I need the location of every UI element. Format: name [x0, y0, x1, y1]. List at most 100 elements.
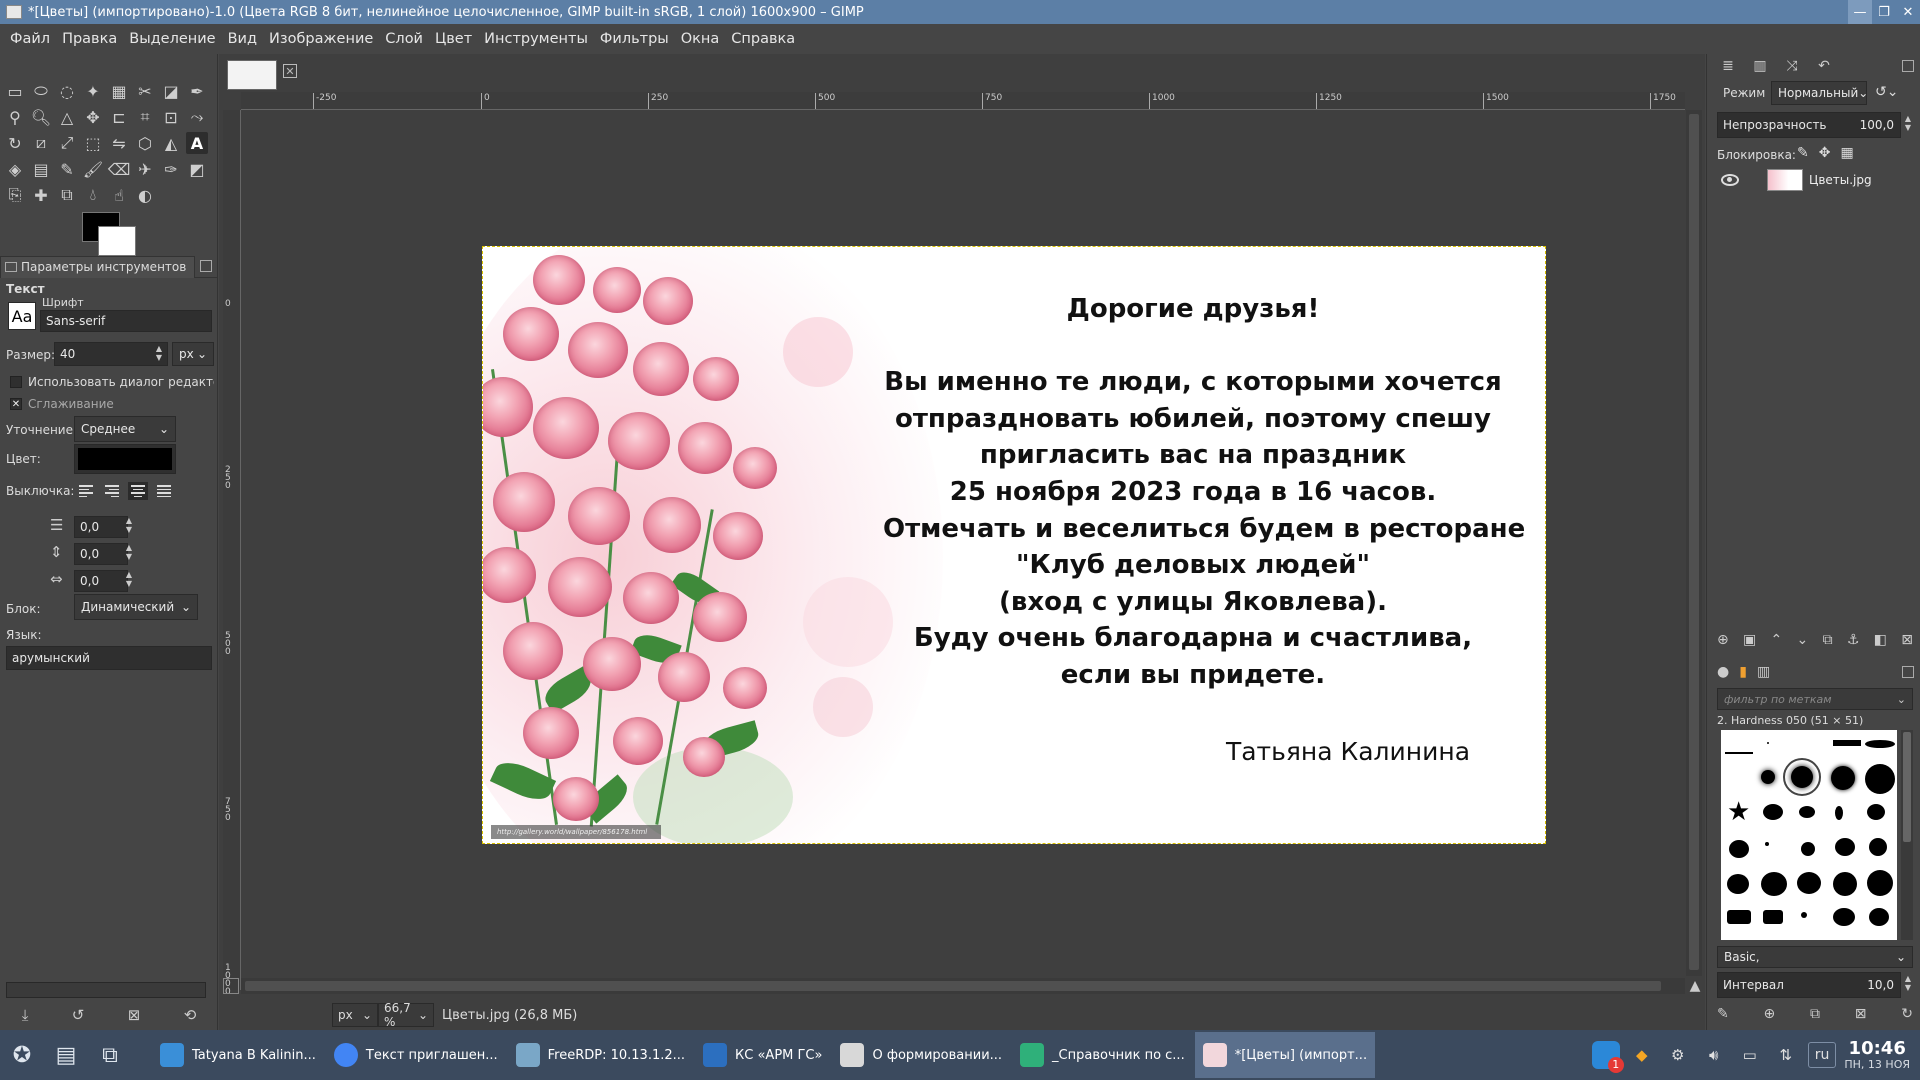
- save-preset-icon[interactable]: ⤓: [22, 1006, 29, 1024]
- menu-tools[interactable]: Инструменты: [478, 31, 594, 47]
- spacing-slider[interactable]: Интервал 10,0: [1717, 972, 1901, 998]
- paintbucket-tool-icon[interactable]: ◈: [4, 158, 26, 180]
- menu-select[interactable]: Выделение: [123, 31, 221, 47]
- minimize-button[interactable]: —: [1848, 0, 1872, 24]
- reset-options-icon[interactable]: ⟲: [184, 1006, 197, 1024]
- line-spacing-spinner-icon[interactable]: ▲ ▼: [124, 543, 134, 563]
- brush-thumb-selected[interactable]: [1783, 758, 1821, 796]
- security-icon[interactable]: ⚙: [1664, 1041, 1692, 1069]
- justify-center-button[interactable]: [128, 482, 148, 500]
- paths-tool-icon[interactable]: ✒: [186, 80, 208, 102]
- antialias-checkbox[interactable]: ✕: [10, 398, 22, 410]
- edit-brush-icon[interactable]: ✎: [1717, 1006, 1729, 1026]
- scissors-tool-icon[interactable]: ✂: [134, 80, 156, 102]
- menu-image[interactable]: Изображение: [263, 31, 379, 47]
- desktop-switch-icon[interactable]: ⧉: [88, 1030, 132, 1080]
- brush-thumb[interactable]: [1767, 742, 1769, 744]
- close-tab-icon[interactable]: ✕: [283, 64, 297, 78]
- move-tool-icon[interactable]: ✥: [82, 106, 104, 128]
- brush-thumb[interactable]: [1867, 870, 1893, 896]
- font-preview-button[interactable]: Aa: [8, 302, 36, 330]
- measure-tool-icon[interactable]: △: [56, 106, 78, 128]
- font-input[interactable]: Sans-serif: [40, 310, 212, 332]
- layers-tab-icon[interactable]: ≣: [1715, 58, 1741, 78]
- notifications-icon[interactable]: 1: [1591, 1040, 1624, 1073]
- indent-spinner-icon[interactable]: ▲ ▼: [124, 516, 134, 536]
- brush-thumb[interactable]: [1797, 872, 1821, 894]
- dock-menu-icon[interactable]: [1902, 60, 1914, 72]
- navigate-icon[interactable]: ▲: [1687, 978, 1703, 994]
- duplicate-brush-icon[interactable]: ⧉: [1810, 1006, 1820, 1026]
- dock-menu-icon[interactable]: [1902, 666, 1914, 678]
- patterns-tab-icon[interactable]: ▮: [1739, 664, 1747, 684]
- mode-select[interactable]: Нормальный ⌄: [1771, 81, 1868, 105]
- brush-thumb[interactable]: [1727, 910, 1751, 924]
- brush-scrollbar[interactable]: [1901, 730, 1913, 940]
- brush-thumb[interactable]: [1727, 874, 1749, 894]
- shear-tool-icon[interactable]: ⧄: [30, 132, 52, 154]
- brush-preset-select[interactable]: Basic, ⌄: [1717, 946, 1913, 968]
- brush-thumb[interactable]: [1865, 740, 1895, 748]
- ellipse-select-tool-icon[interactable]: ⬭: [30, 80, 52, 102]
- taskbar-task[interactable]: О формировании...: [832, 1032, 1010, 1078]
- new-layer-icon[interactable]: ⊕: [1717, 632, 1729, 652]
- brush-thumb[interactable]: [1761, 872, 1787, 896]
- cage-tool-icon[interactable]: ⬡: [134, 132, 156, 154]
- file-manager-icon[interactable]: ▤: [44, 1030, 88, 1080]
- visibility-eye-icon[interactable]: [1721, 174, 1739, 186]
- menu-filters[interactable]: Фильтры: [594, 31, 675, 47]
- display-icon[interactable]: ▭: [1736, 1041, 1764, 1069]
- brush-thumb[interactable]: [1725, 752, 1753, 754]
- justify-left-button[interactable]: [76, 482, 96, 500]
- brush-thumb[interactable]: [1833, 872, 1857, 896]
- clone-tool-icon[interactable]: ⎘: [4, 184, 26, 206]
- blur-tool-icon[interactable]: 💧︎: [82, 184, 104, 206]
- size-input[interactable]: 40: [54, 342, 168, 366]
- brush-grid[interactable]: ★: [1721, 730, 1897, 940]
- raise-layer-icon[interactable]: ⌃: [1771, 632, 1783, 652]
- mypaint-brush-tool-icon[interactable]: ◩: [186, 158, 208, 180]
- line-spacing-input[interactable]: 0,0: [74, 543, 128, 565]
- delete-layer-icon[interactable]: ⊠: [1901, 632, 1913, 652]
- layer-mask-icon[interactable]: ◧: [1874, 632, 1887, 652]
- brush-thumb[interactable]: [1729, 840, 1749, 858]
- opacity-spinner-icon[interactable]: ▲ ▼: [1903, 114, 1913, 134]
- tool-options-scrollbar[interactable]: [6, 982, 206, 998]
- perspective-clone-tool-icon[interactable]: ⧉: [56, 184, 78, 206]
- brushes-tab-icon[interactable]: ●: [1717, 664, 1729, 684]
- dock-menu-icon[interactable]: [200, 260, 212, 272]
- network-icon[interactable]: ⇅: [1772, 1041, 1800, 1069]
- by-color-select-tool-icon[interactable]: ▦: [108, 80, 130, 102]
- new-brush-icon[interactable]: ⊕: [1764, 1006, 1776, 1026]
- airbrush-tool-icon[interactable]: ✈︎: [134, 158, 156, 180]
- fuzzy-select-tool-icon[interactable]: ✦: [82, 80, 104, 102]
- brush-thumb[interactable]: [1799, 806, 1815, 818]
- bucket-fill-tool-icon[interactable]: ◭: [160, 132, 182, 154]
- size-spinner-icon[interactable]: ▲ ▼: [154, 344, 164, 364]
- close-button[interactable]: ✕: [1896, 0, 1920, 24]
- undo-history-tab-icon[interactable]: ↶: [1811, 58, 1837, 78]
- tool-options-tab[interactable]: Параметры инструментов: [0, 255, 196, 278]
- lock-pixels-icon[interactable]: ✎: [1797, 145, 1809, 161]
- canvas-vertical-scrollbar[interactable]: [1686, 110, 1702, 976]
- heal-tool-icon[interactable]: ✚: [30, 184, 52, 206]
- flip-tool-icon[interactable]: ⇋: [108, 132, 130, 154]
- delete-brush-icon[interactable]: ⊠: [1855, 1006, 1867, 1026]
- color-picker-tool-icon[interactable]: ⚲: [4, 106, 26, 128]
- menu-colors[interactable]: Цвет: [429, 31, 478, 47]
- lock-alpha-icon[interactable]: ▦: [1840, 145, 1853, 161]
- brush-thumb[interactable]: [1835, 806, 1843, 820]
- box-select[interactable]: Динамический ⌄: [74, 594, 198, 620]
- brush-thumb[interactable]: [1831, 766, 1855, 790]
- zoom-select[interactable]: 66,7 % ⌄: [378, 1001, 434, 1029]
- taskbar-task[interactable]: FreeRDP: 10.13.1.2...: [508, 1032, 693, 1078]
- menu-edit[interactable]: Правка: [56, 31, 123, 47]
- update-icon[interactable]: ◆: [1628, 1041, 1656, 1069]
- text-tool-icon[interactable]: A: [186, 132, 208, 154]
- keyboard-layout-indicator[interactable]: ru: [1807, 1041, 1837, 1068]
- layer-row[interactable]: Цветы.jpg: [1721, 168, 1907, 192]
- unified-transform-tool-icon[interactable]: ⊡: [160, 106, 182, 128]
- rect-select-tool-icon[interactable]: ▭: [4, 80, 26, 102]
- maximize-button[interactable]: ❐: [1872, 0, 1896, 24]
- brush-thumb[interactable]: [1763, 910, 1783, 924]
